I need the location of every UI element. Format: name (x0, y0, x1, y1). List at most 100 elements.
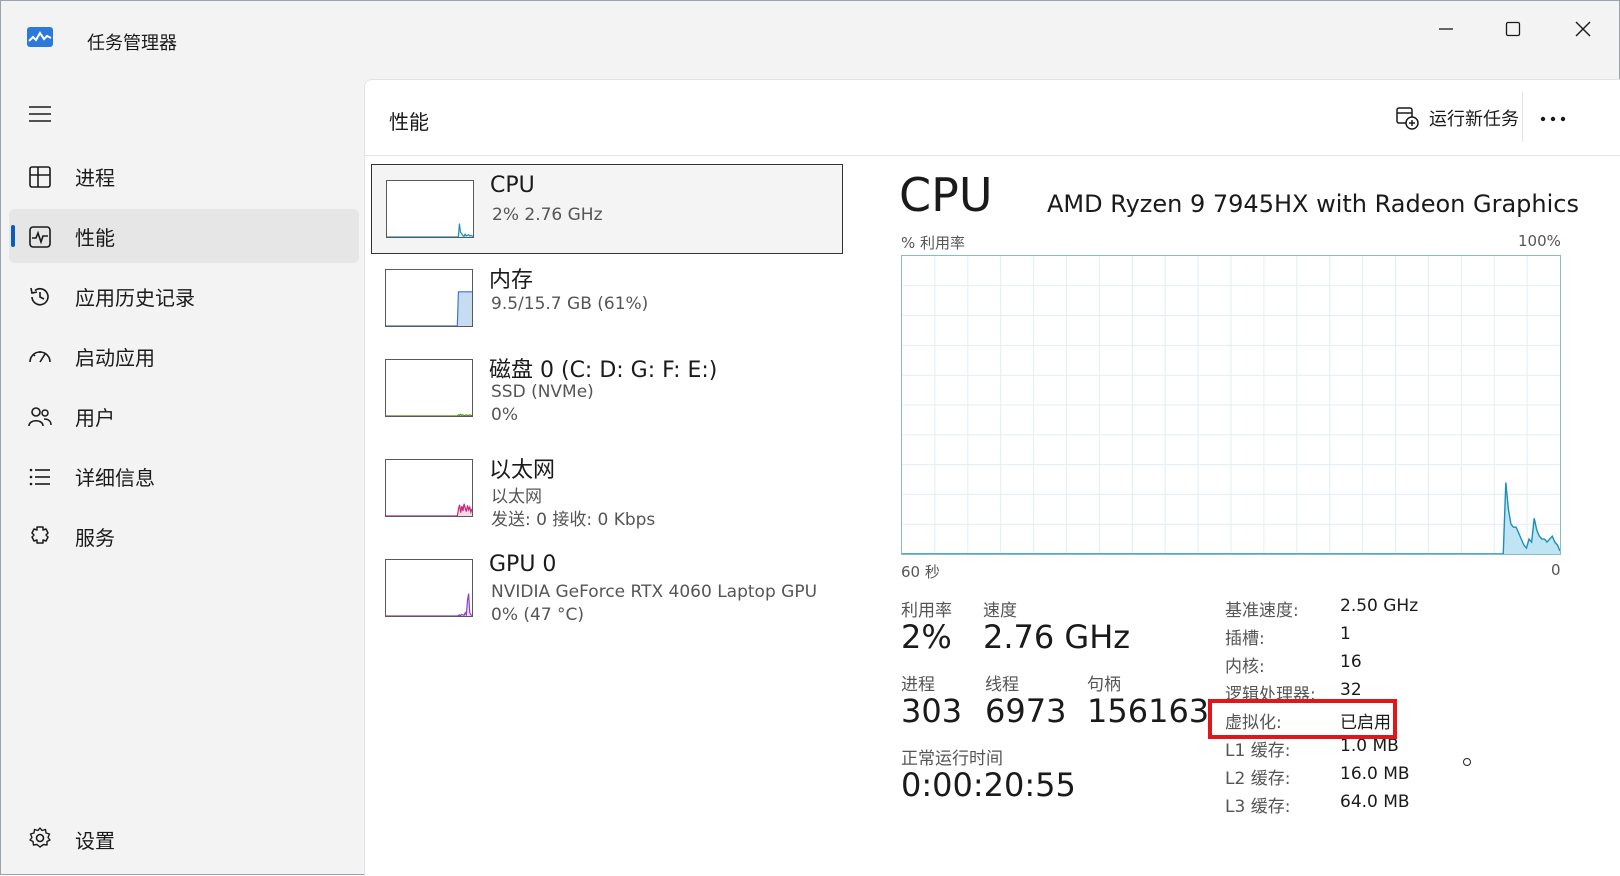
spec-label: L3 缓存: (1225, 797, 1291, 817)
gpu-mini-graph (385, 559, 473, 617)
device-name: 磁盘 0 (C: D: G: F: E:) (489, 358, 718, 383)
run-new-task-label: 运行新任务 (1429, 109, 1519, 130)
header-divider (365, 155, 1620, 156)
more-options-button[interactable] (1535, 106, 1571, 132)
users-icon (28, 407, 52, 427)
cpu-mini-graph (386, 180, 474, 238)
sidebar-item-label: 用户 (75, 405, 115, 430)
sidebar-nav: 进程 性能 应用历史记录 启动应用 用户 详细信息 服务 (9, 149, 359, 569)
spec-value: 16 (1340, 652, 1362, 672)
title-bar: 任务管理器 (1, 1, 1619, 77)
device-detail: 9.5/15.7 GB (61%) (491, 294, 649, 314)
run-new-task-button[interactable]: 运行新任务 (1395, 102, 1519, 134)
device-detail: 0% (47 °C) (491, 605, 585, 625)
services-icon (31, 526, 49, 544)
detail-title: CPU (899, 168, 993, 222)
device-tile-ethernet[interactable]: 以太网 以太网 发送: 0 接收: 0 Kbps (371, 444, 843, 534)
spec-value: 64.0 MB (1340, 792, 1410, 812)
device-name: 内存 (489, 268, 534, 293)
minimize-button[interactable] (1421, 9, 1471, 49)
processes-value: 303 (901, 692, 963, 730)
device-name: CPU (490, 173, 535, 198)
sidebar-item-settings[interactable]: 设置 (9, 815, 359, 861)
device-tile-memory[interactable]: 内存 9.5/15.7 GB (61%) (371, 254, 843, 344)
sidebar-item-label: 性能 (75, 225, 115, 250)
spec-label: 内核: (1225, 657, 1265, 677)
spec-label: L1 缓存: (1225, 741, 1291, 761)
spec-label: 插槽: (1225, 629, 1265, 649)
device-detail: 以太网 (491, 487, 542, 507)
cpu-utilization-graph (901, 255, 1561, 555)
utilization-value: 2% (901, 618, 952, 656)
mini-graph-line (386, 413, 472, 416)
device-name: 以太网 (489, 458, 556, 483)
device-detail: 2% 2.76 GHz (492, 205, 603, 225)
mini-graph-area (386, 291, 472, 326)
header-separator (1522, 92, 1523, 142)
spec-label: 基准速度: (1225, 601, 1299, 621)
maximize-icon (1505, 21, 1521, 37)
performance-icon (29, 226, 51, 248)
graph-y-max-label: 100% (1518, 232, 1561, 250)
uptime-value: 0:00:20:55 (901, 766, 1076, 804)
active-indicator (11, 225, 15, 247)
sidebar-item-label: 应用历史记录 (75, 285, 195, 310)
gear-icon (29, 827, 51, 848)
sidebar-item-services[interactable]: 服务 (9, 509, 359, 563)
sidebar-item-label: 服务 (75, 525, 115, 550)
startup-apps-icon (29, 351, 51, 363)
cpu-model-name: AMD Ryzen 9 7945HX with Radeon Graphics (1046, 190, 1579, 218)
spec-value: 2.50 GHz (1340, 596, 1419, 616)
performance-panel: 性能 运行新任务 CPU 2% 2.76 GHz 内存 9.5/15.7 GB … (364, 79, 1620, 876)
mini-graph-line (386, 593, 472, 616)
close-button[interactable] (1558, 9, 1608, 49)
settings-label: 设置 (75, 829, 115, 853)
more-options-icon (1540, 116, 1566, 122)
graph-y-label: % 利用率 (901, 234, 966, 252)
spec-value: 32 (1340, 680, 1362, 700)
sidebar-item-label: 启动应用 (75, 345, 155, 370)
processes-icon (29, 166, 51, 188)
spec-value: 16.0 MB (1340, 764, 1410, 784)
details-icon (29, 468, 50, 486)
sidebar-item-app-history[interactable]: 应用历史记录 (9, 269, 359, 323)
graph-x-left-label: 60 秒 (901, 563, 940, 581)
graph-x-right-label: 0 (1551, 561, 1561, 579)
device-tile-gpu[interactable]: GPU 0 NVIDIA GeForce RTX 4060 Laptop GPU… (371, 544, 843, 634)
speed-value: 2.76 GHz (983, 618, 1131, 656)
task-manager-app-icon (27, 27, 53, 47)
threads-value: 6973 (985, 692, 1067, 730)
device-detail: SSD (NVMe) (491, 382, 594, 402)
maximize-button[interactable] (1488, 9, 1538, 49)
sidebar-item-label: 详细信息 (75, 465, 155, 490)
sidebar-item-label: 进程 (75, 165, 115, 190)
sidebar-item-startup-apps[interactable]: 启动应用 (9, 329, 359, 383)
sidebar-item-processes[interactable]: 进程 (9, 149, 359, 203)
device-name: GPU 0 (489, 552, 557, 577)
device-detail: 发送: 0 接收: 0 Kbps (491, 510, 656, 530)
hamburger-menu-icon[interactable] (27, 103, 53, 125)
minimize-icon (1439, 28, 1453, 30)
handles-value: 156163 (1087, 692, 1210, 730)
spec-value: 1.0 MB (1340, 736, 1399, 756)
window-title: 任务管理器 (87, 33, 177, 54)
mouse-cursor (1463, 758, 1471, 766)
close-icon (1575, 21, 1591, 37)
ethernet-mini-graph (385, 459, 473, 517)
sidebar-item-users[interactable]: 用户 (9, 389, 359, 443)
virtualization-highlight-box (1208, 699, 1397, 739)
spec-label: L2 缓存: (1225, 769, 1291, 789)
app-history-icon (30, 287, 49, 306)
mini-graph-area (386, 593, 472, 616)
device-detail: 0% (491, 405, 518, 425)
task-manager-window: 任务管理器 进程 性能 应用历史记录 启动应用 用户 详细信息 服务 设置 性能… (0, 0, 1620, 876)
spec-value: 1 (1340, 624, 1351, 644)
memory-mini-graph (385, 269, 473, 327)
run-new-task-icon (1396, 107, 1419, 130)
device-tile-disk[interactable]: 磁盘 0 (C: D: G: F: E:) SSD (NVMe) 0% (371, 344, 843, 434)
device-tile-cpu[interactable]: CPU 2% 2.76 GHz (371, 164, 843, 254)
sidebar-item-details[interactable]: 详细信息 (9, 449, 359, 503)
page-title: 性能 (389, 110, 429, 134)
disk-mini-graph (385, 359, 473, 417)
sidebar-item-performance[interactable]: 性能 (9, 209, 359, 263)
